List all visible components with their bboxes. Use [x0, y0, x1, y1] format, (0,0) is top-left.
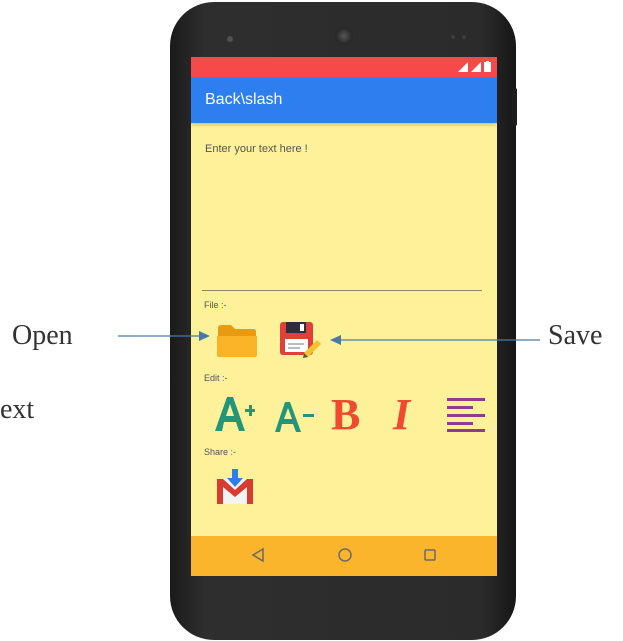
- increase-font-size-icon[interactable]: [213, 395, 255, 438]
- text-editor-input[interactable]: Enter your text here !: [205, 143, 481, 289]
- app-screen: Back\slash Enter your text here ! File :…: [191, 57, 497, 576]
- bold-icon[interactable]: B: [329, 390, 369, 439]
- wifi-icon: [458, 62, 468, 72]
- app-title: Back\slash: [205, 91, 283, 108]
- text-callout-label: ext: [0, 394, 35, 425]
- input-underline: [202, 290, 482, 291]
- edit-section-label: Edit :-: [204, 373, 228, 383]
- open-callout-label: Open: [12, 320, 73, 351]
- svg-text:I: I: [392, 392, 412, 434]
- home-icon[interactable]: [337, 547, 353, 568]
- align-text-icon[interactable]: [447, 396, 487, 437]
- sensor-dot: [451, 35, 455, 39]
- share-section-label: Share :-: [204, 447, 237, 457]
- decrease-font-size-icon[interactable]: [274, 400, 316, 439]
- power-button: [512, 88, 517, 126]
- open-folder-icon[interactable]: [216, 324, 258, 363]
- back-icon[interactable]: [251, 547, 265, 568]
- save-floppy-icon[interactable]: [279, 321, 323, 364]
- earpiece-speaker: [335, 27, 353, 45]
- recents-icon[interactable]: [423, 547, 437, 568]
- status-icons: [458, 61, 491, 72]
- volume-button: [171, 128, 176, 256]
- signal-icon: [471, 62, 481, 72]
- italic-icon[interactable]: I: [389, 390, 429, 439]
- navigation-bar: [191, 536, 497, 576]
- status-bar: [191, 57, 497, 77]
- gmail-share-icon[interactable]: [215, 468, 255, 511]
- svg-text:B: B: [331, 392, 360, 434]
- sensor-dot: [462, 35, 466, 39]
- front-camera: [227, 36, 233, 42]
- app-bar: Back\slash: [191, 77, 497, 123]
- file-section-label: File :-: [204, 300, 227, 310]
- save-callout-label: Save: [548, 320, 603, 351]
- battery-icon: [484, 61, 491, 72]
